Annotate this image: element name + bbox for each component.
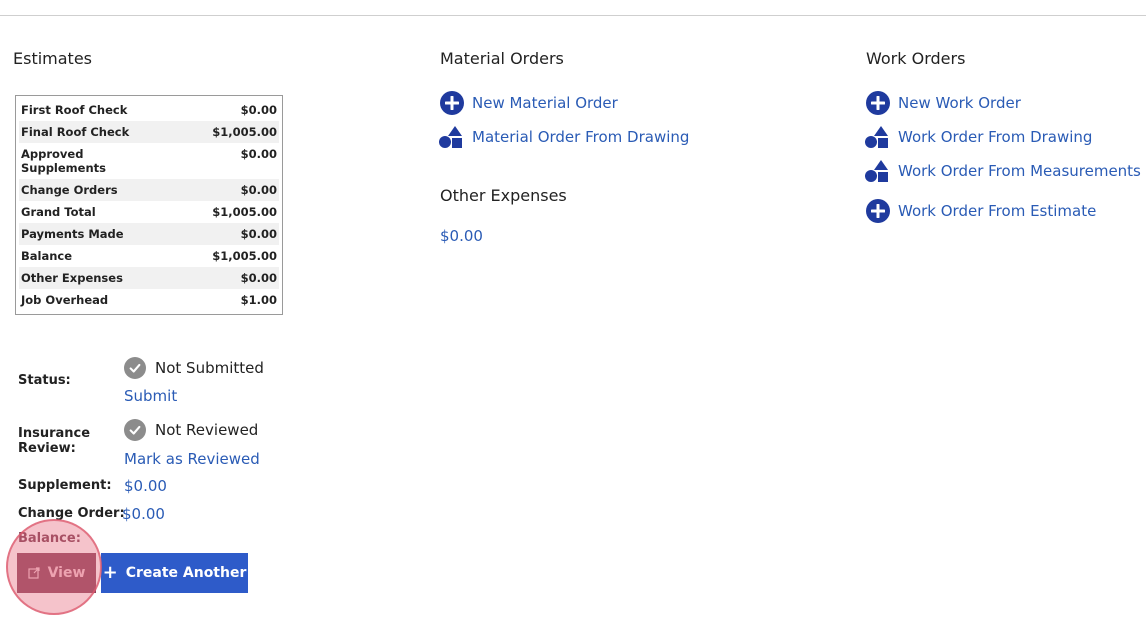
summary-value: $1,005.00: [212, 205, 277, 219]
summary-row: First Roof Check $0.00: [19, 99, 279, 121]
plus-circle-icon: [866, 199, 890, 223]
submit-link[interactable]: Submit: [124, 386, 177, 406]
change-order-value[interactable]: $0.00: [122, 504, 165, 524]
new-work-order-label: New Work Order: [898, 94, 1021, 112]
summary-row: Grand Total $1,005.00: [19, 201, 279, 223]
other-expenses-title: Other Expenses: [440, 186, 567, 205]
summary-label: Balance: [21, 249, 73, 263]
work-orders-section: Work Orders: [866, 48, 1146, 70]
other-expenses-value[interactable]: $0.00: [440, 226, 483, 246]
change-order-label: Change Order:: [18, 506, 125, 521]
summary-value: $1,005.00: [212, 125, 277, 139]
summary-label: Payments Made: [21, 227, 124, 241]
plus-circle-icon: [440, 91, 464, 115]
new-work-order-link[interactable]: New Work Order: [866, 91, 1021, 115]
work-order-from-drawing-label: Work Order From Drawing: [898, 128, 1093, 146]
estimates-title: Estimates: [13, 49, 93, 68]
work-orders-title: Work Orders: [866, 49, 966, 68]
summary-label: Change Orders: [21, 183, 118, 197]
summary-label: Approved Supplements: [21, 147, 106, 175]
estimates-section: Estimates: [13, 48, 313, 70]
insurance-review-value: Not Reviewed: [155, 421, 259, 439]
check-circle-icon: [124, 419, 146, 441]
shapes-icon: [865, 126, 888, 148]
summary-label: Job Overhead: [21, 293, 109, 307]
material-order-from-drawing-label: Material Order From Drawing: [472, 128, 690, 146]
summary-value: $0.00: [240, 227, 277, 241]
status-value: Not Submitted: [155, 359, 264, 377]
work-order-from-estimate-label: Work Order From Estimate: [898, 202, 1097, 220]
summary-value: $1.00: [240, 293, 277, 307]
create-another-label: Create Another: [125, 565, 247, 581]
material-orders-title: Material Orders: [440, 49, 564, 68]
summary-label: Other Expenses: [21, 271, 123, 285]
summary-row: Balance $1,005.00: [19, 245, 279, 267]
create-another-button[interactable]: + Create Another: [101, 553, 248, 593]
estimate-summary-table: First Roof Check $0.00 Final Roof Check $1…: [15, 95, 283, 315]
insurance-review-label: Insurance Review:: [18, 426, 91, 456]
supplement-label: Supplement:: [18, 478, 112, 493]
work-order-from-estimate-link[interactable]: Work Order From Estimate: [866, 199, 1096, 223]
top-divider: [0, 15, 1146, 16]
click-highlight-marker: [6, 519, 102, 615]
summary-label: First Roof Check: [21, 103, 128, 117]
shapes-icon: [439, 126, 462, 148]
plus-circle-icon: [866, 91, 890, 115]
check-circle-icon: [124, 357, 146, 379]
work-order-from-drawing-link[interactable]: Work Order From Drawing: [864, 125, 1092, 149]
summary-row: Payments Made $0.00: [19, 223, 279, 245]
mark-as-reviewed-link[interactable]: Mark as Reviewed: [124, 449, 260, 469]
supplement-value[interactable]: $0.00: [124, 476, 167, 496]
summary-row: Change Orders $0.00: [19, 179, 279, 201]
summary-label: Grand Total: [21, 205, 96, 219]
summary-value: $0.00: [240, 147, 277, 161]
summary-row: Other Expenses $0.00: [19, 267, 279, 289]
status-label: Status:: [18, 373, 71, 388]
work-order-from-measurements-label: Work Order From Measurements: [898, 162, 1141, 180]
summary-label: Final Roof Check: [21, 125, 130, 139]
summary-row: Approved Supplements $0.00: [19, 143, 279, 179]
summary-value: $0.00: [240, 183, 277, 197]
new-material-order-link[interactable]: New Material Order: [440, 91, 618, 115]
plus-icon: +: [102, 562, 118, 583]
material-order-from-drawing-link[interactable]: Material Order From Drawing: [438, 125, 689, 149]
shapes-icon: [865, 160, 888, 182]
summary-value: $0.00: [240, 103, 277, 117]
summary-row: Final Roof Check $1,005.00: [19, 121, 279, 143]
summary-value: $1,005.00: [212, 249, 277, 263]
summary-row: Job Overhead $1.00: [19, 289, 279, 311]
summary-value: $0.00: [240, 271, 277, 285]
new-material-order-label: New Material Order: [472, 94, 618, 112]
work-order-from-measurements-link[interactable]: Work Order From Measurements: [864, 159, 1141, 183]
material-orders-section: Material Orders: [440, 48, 800, 70]
